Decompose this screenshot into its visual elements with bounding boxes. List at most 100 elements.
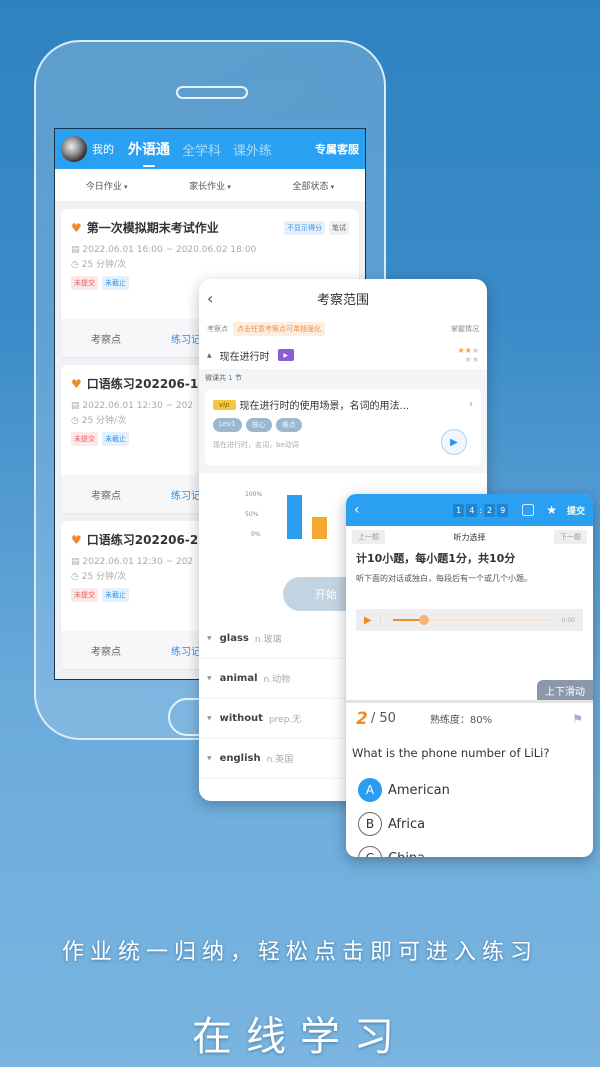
- word-meaning: n.玻璃: [254, 635, 282, 645]
- clock-icon: ◷: [71, 416, 82, 426]
- option-b[interactable]: B Africa: [358, 812, 480, 836]
- panel-title: 考察范围: [316, 292, 369, 308]
- timer: 14:29: [453, 503, 509, 517]
- vip-badge: vip: [213, 399, 236, 410]
- chevron-right-icon: ›: [469, 399, 473, 410]
- word-text: english: [219, 753, 261, 764]
- filter-bar: 今日作业 家长作业 全部状态: [55, 169, 365, 201]
- mastery-stars: ★★★ ★★: [457, 346, 479, 364]
- me-link[interactable]: 我的: [92, 141, 114, 157]
- prev-button[interactable]: 上一题: [352, 530, 385, 544]
- pill-core: 核心: [245, 418, 272, 432]
- course-count: 1: [228, 374, 233, 382]
- timer-digit: 9: [497, 503, 509, 517]
- expand-icon: ▼: [207, 715, 212, 722]
- card-date: 2022.06.01 12:30 ~ 202: [82, 557, 194, 567]
- option-text: American: [388, 782, 450, 798]
- course-count-suffix: 节: [234, 374, 242, 382]
- avatar[interactable]: [61, 136, 87, 162]
- star-icon[interactable]: ★: [546, 503, 557, 517]
- option-a[interactable]: A American: [358, 778, 480, 802]
- checkpoint-link[interactable]: 考察点: [91, 331, 121, 346]
- card-title: 口语练习202206-1: [86, 377, 199, 391]
- checkpoint-hint: 点击任意考察点可单独强化: [233, 322, 325, 336]
- phone-speaker: [176, 86, 248, 99]
- option-text: Africa: [388, 816, 426, 832]
- chart-bar: [312, 517, 327, 539]
- word-meaning: n.英国: [266, 755, 294, 765]
- answer-sheet-icon[interactable]: [522, 504, 535, 516]
- practice-record-link[interactable]: 练习记: [171, 643, 201, 658]
- audio-progress[interactable]: [392, 615, 552, 625]
- caption-title: 在线学习: [192, 1014, 408, 1060]
- option-text: China: [388, 851, 425, 858]
- back-icon[interactable]: ‹: [354, 502, 360, 518]
- timer-digit: 4: [466, 503, 478, 517]
- calendar-icon: ▤: [71, 557, 83, 567]
- expand-icon: ▼: [207, 675, 212, 682]
- next-button[interactable]: 下一题: [554, 530, 587, 544]
- section-title: 听力选择: [453, 532, 486, 542]
- card-date: 2022.06.01 16:00 ~ 2020.06.02 18:00: [82, 245, 257, 255]
- diamond-icon: ♥: [71, 376, 82, 391]
- word-text: without: [219, 713, 263, 724]
- course-keywords: 现在进行时，名词，be动词: [213, 441, 299, 449]
- filter-parent-homework[interactable]: 家长作业: [189, 179, 231, 192]
- quiz-panel: ‹ 14:29 ★ 提交 上一题 听力选择 下一题 计10小题，每小题1分，共10分…: [346, 494, 593, 857]
- word-meaning: prep.无: [268, 715, 302, 725]
- filter-today-homework[interactable]: 今日作业: [86, 179, 128, 192]
- option-c[interactable]: C China: [358, 846, 480, 857]
- customer-service-link[interactable]: 专属客服: [315, 141, 359, 157]
- pill-difficult: 难点: [275, 418, 302, 432]
- status-badge-unsubmitted: 未提交: [71, 276, 98, 290]
- status-badge-open: 未截止: [102, 276, 129, 290]
- clock-icon: ◷: [71, 572, 82, 582]
- tab-all-subjects[interactable]: 全学科: [182, 140, 221, 159]
- micro-course-card[interactable]: vip 现在进行时的使用场景，名词的用法... › Lev1 核心 难点 现在进行时，名…: [205, 389, 481, 465]
- status-badge-open: 未截止: [102, 588, 129, 602]
- practice-record-link[interactable]: 练习记: [171, 331, 201, 346]
- progress-bar: 2 / 50 熟练度：80% ⚑: [346, 700, 593, 734]
- card-duration: 25 分钟/次: [81, 260, 127, 270]
- collapse-icon: ▲: [207, 351, 212, 359]
- timer-digit: 1: [453, 503, 465, 517]
- status-badge-open: 未截止: [102, 432, 129, 446]
- card-title: 口语练习202206-2: [86, 533, 199, 547]
- course-title: 现在进行时的使用场景，名词的用法...: [239, 401, 410, 412]
- proficiency: 熟练度：80%: [429, 715, 493, 726]
- expand-icon: ▼: [207, 635, 212, 642]
- scroll-hint-handle[interactable]: 上下滑动: [537, 680, 593, 701]
- topic-title: 现在进行时: [219, 351, 270, 363]
- current-question: 2: [356, 708, 368, 729]
- flag-icon[interactable]: ⚑: [572, 712, 583, 726]
- y-tick: 0%: [251, 531, 261, 538]
- status-badge-unsubmitted: 未提交: [71, 588, 98, 602]
- calendar-icon: ▤: [71, 245, 83, 255]
- question-text: What is the phone number of LiLi?: [352, 746, 550, 760]
- pill-level: Lev1: [213, 418, 242, 432]
- filter-status[interactable]: 全部状态: [292, 179, 334, 192]
- audio-progress-knob[interactable]: [419, 615, 430, 625]
- topic-row[interactable]: ▲ 现在进行时 ▶ ★★★ ★★: [199, 341, 487, 369]
- status-badge-unsubmitted: 未提交: [71, 432, 98, 446]
- tab-foreign-language[interactable]: 外语通: [128, 139, 170, 167]
- back-icon[interactable]: ‹: [207, 289, 213, 308]
- play-icon[interactable]: ▶: [364, 614, 381, 626]
- checkpoint-link[interactable]: 考察点: [91, 643, 121, 658]
- course-count-prefix: 微课共: [205, 374, 226, 382]
- card-title: 第一次模拟期末考试作业: [86, 221, 219, 235]
- card-duration: 25 分钟/次: [81, 572, 127, 582]
- question-summary: 计10小题，每小题1分，共10分: [356, 552, 516, 565]
- checkpoint-link[interactable]: 考察点: [91, 487, 121, 502]
- diamond-icon: ♥: [71, 532, 82, 547]
- play-icon[interactable]: ▶: [441, 429, 467, 455]
- checkpoint-label: 考察点: [207, 325, 228, 333]
- submit-button[interactable]: 提交: [567, 504, 585, 517]
- tag-written: 笔试: [329, 220, 349, 235]
- video-icon: ▶: [277, 349, 294, 361]
- mastery-label: 掌握情况: [451, 325, 479, 333]
- timer-digit: 2: [484, 503, 496, 517]
- practice-record-link[interactable]: 练习记: [171, 487, 201, 502]
- tab-extracurricular[interactable]: 课外练: [233, 140, 272, 159]
- total-questions: / 50: [370, 711, 396, 726]
